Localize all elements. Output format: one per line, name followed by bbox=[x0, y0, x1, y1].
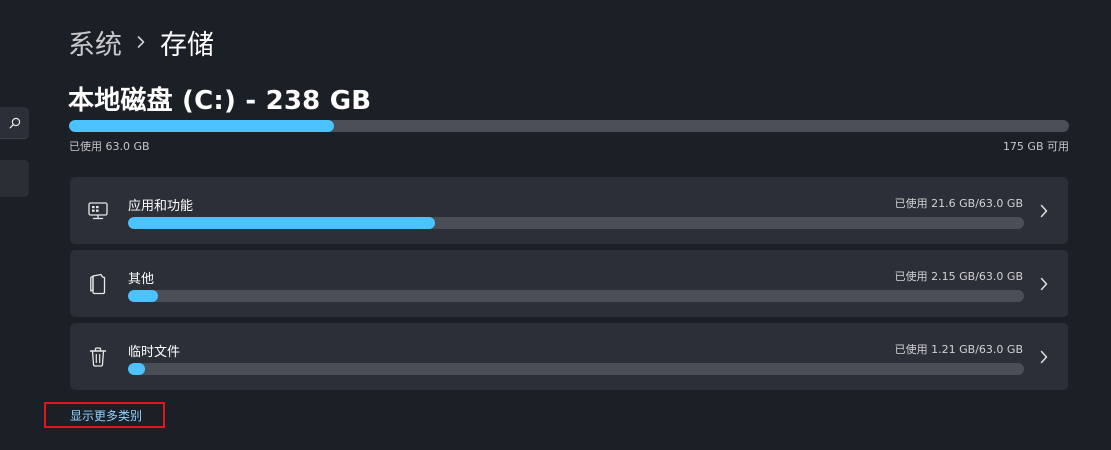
breadcrumb: 系统 存储 bbox=[68, 22, 214, 62]
category-usage-bar bbox=[128, 363, 1024, 375]
show-more-label: 显示更多类别 bbox=[70, 408, 143, 423]
disk-used-label: 已使用 63.0 GB bbox=[69, 140, 150, 153]
chevron-right-icon bbox=[1038, 276, 1050, 292]
disk-title: 本地磁盘 (C:) - 238 GB bbox=[68, 86, 372, 116]
chevron-right-icon bbox=[1038, 203, 1050, 219]
category-label: 其他 bbox=[128, 272, 155, 287]
disk-usage-fill bbox=[69, 120, 334, 132]
category-usage: 已使用 21.6 GB/63.0 GB bbox=[894, 197, 1023, 210]
category-usage-fill bbox=[128, 217, 436, 229]
search-icon bbox=[9, 117, 21, 129]
apps-features-icon bbox=[86, 199, 110, 223]
other-files-icon bbox=[86, 272, 110, 296]
category-usage-bar bbox=[128, 217, 1024, 229]
chevron-right-icon bbox=[1038, 349, 1050, 365]
category-other[interactable]: 其他 已使用 2.15 GB/63.0 GB bbox=[70, 250, 1068, 317]
category-label: 应用和功能 bbox=[128, 199, 194, 214]
category-usage: 已使用 1.21 GB/63.0 GB bbox=[894, 343, 1023, 356]
category-apps-features[interactable]: 应用和功能 已使用 21.6 GB/63.0 GB bbox=[70, 177, 1068, 244]
show-more-categories-link[interactable]: 显示更多类别 bbox=[44, 402, 165, 428]
category-usage-bar bbox=[128, 290, 1024, 302]
category-label: 临时文件 bbox=[128, 345, 181, 360]
sidebar-search-button[interactable] bbox=[0, 107, 29, 139]
storage-category-list: 应用和功能 已使用 21.6 GB/63.0 GB 其他 已使用 2.15 GB… bbox=[70, 177, 1068, 396]
category-usage-fill bbox=[128, 290, 159, 302]
page-title: 存储 bbox=[160, 29, 214, 61]
chevron-right-icon bbox=[136, 35, 146, 49]
disk-free-label: 175 GB 可用 bbox=[1002, 140, 1069, 153]
breadcrumb-parent[interactable]: 系统 bbox=[68, 23, 122, 62]
category-temp-files[interactable]: 临时文件 已使用 1.21 GB/63.0 GB bbox=[70, 323, 1068, 390]
category-usage-fill bbox=[128, 363, 146, 375]
disk-usage-bar bbox=[69, 120, 1069, 132]
sidebar-selected-item[interactable] bbox=[0, 160, 29, 197]
category-usage: 已使用 2.15 GB/63.0 GB bbox=[894, 270, 1023, 283]
trash-icon bbox=[86, 345, 110, 369]
